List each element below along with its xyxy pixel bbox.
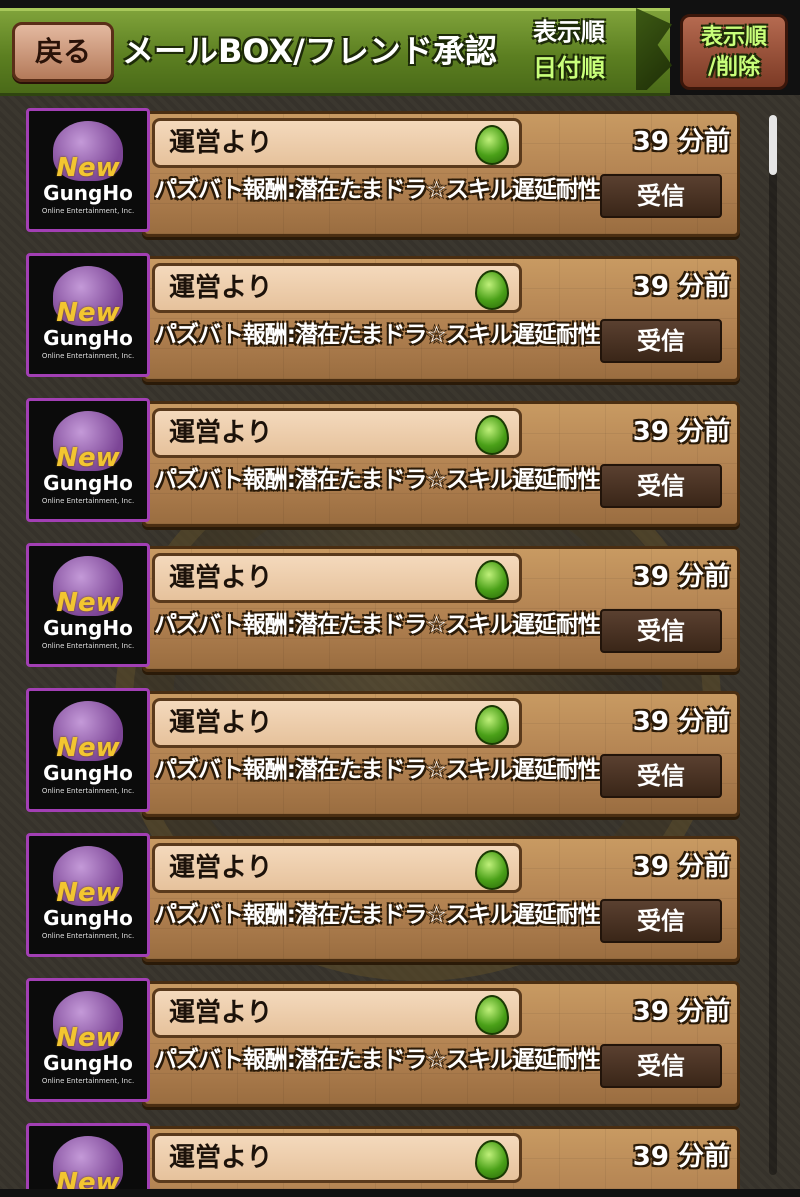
- sort-delete-line2: /削除: [707, 55, 761, 80]
- logo-new-text: New: [56, 298, 120, 328]
- receive-button[interactable]: 受信: [600, 609, 722, 653]
- egg-icon: [475, 850, 509, 890]
- sender-box: 運営より: [152, 263, 522, 313]
- sender-name: 運営より: [169, 1143, 273, 1173]
- logo-brand-text: GungHo: [43, 616, 133, 640]
- logo-brand-text: GungHo: [43, 181, 133, 205]
- sender-name: 運営より: [169, 273, 273, 303]
- mail-subject: パズバト報酬:潜在たまドラ☆スキル遅延耐性: [154, 757, 601, 783]
- received-time: 39 分前: [632, 707, 730, 737]
- logo-sub-text: Online Entertainment, Inc.: [41, 207, 135, 215]
- gungho-logo-icon: New GungHo Online Entertainment, Inc.: [26, 688, 150, 812]
- logo-new-text: New: [56, 588, 120, 618]
- mail-item[interactable]: New GungHo Online Entertainment, Inc. 運営…: [22, 253, 740, 382]
- receive-button[interactable]: 受信: [600, 319, 722, 363]
- sender-name: 運営より: [169, 998, 273, 1028]
- logo-brand-text: GungHo: [43, 761, 133, 785]
- mail-item[interactable]: New 運営より 39 分前: [22, 1123, 740, 1197]
- receive-button[interactable]: 受信: [600, 1044, 722, 1088]
- scroll-thumb[interactable]: [769, 115, 777, 175]
- logo-sub-text: Online Entertainment, Inc.: [41, 1077, 135, 1085]
- sort-delete-button[interactable]: 表示順 /削除: [680, 14, 788, 90]
- mail-subject: パズバト報酬:潜在たまドラ☆スキル遅延耐性: [154, 612, 601, 638]
- sender-box: 運営より: [152, 408, 522, 458]
- logo-new-text: New: [56, 878, 120, 908]
- egg-icon: [475, 995, 509, 1035]
- egg-icon: [475, 270, 509, 310]
- logo-new-text: New: [56, 153, 120, 183]
- header: 戻る メールBOX/フレンド承認 表示順 日付順 表示順 /削除: [0, 0, 800, 96]
- logo-sub-text: Online Entertainment, Inc.: [41, 787, 135, 795]
- page-title: メールBOX/フレンド承認: [122, 32, 497, 70]
- sort-order-label: 表示順: [533, 18, 605, 46]
- logo-new-text: New: [56, 1023, 120, 1053]
- received-time: 39 分前: [632, 417, 730, 447]
- logo-brand-text: GungHo: [43, 471, 133, 495]
- sort-delete-line1: 表示順: [700, 25, 767, 50]
- sender-box: 運営より: [152, 698, 522, 748]
- receive-button[interactable]: 受信: [600, 464, 722, 508]
- gungho-logo-icon: New GungHo Online Entertainment, Inc.: [26, 543, 150, 667]
- sender-box: 運営より: [152, 843, 522, 893]
- egg-icon: [475, 415, 509, 455]
- sender-box: 運営より: [152, 553, 522, 603]
- logo-brand-text: GungHo: [43, 326, 133, 350]
- gungho-logo-icon: New GungHo Online Entertainment, Inc.: [26, 253, 150, 377]
- mail-subject: パズバト報酬:潜在たまドラ☆スキル遅延耐性: [154, 467, 601, 493]
- logo-sub-text: Online Entertainment, Inc.: [41, 642, 135, 650]
- sort-order-value: 日付順: [533, 54, 605, 82]
- logo-sub-text: Online Entertainment, Inc.: [41, 352, 135, 360]
- back-button[interactable]: 戻る: [12, 22, 114, 82]
- mail-item[interactable]: New GungHo Online Entertainment, Inc. 運営…: [22, 688, 740, 817]
- sender-name: 運営より: [169, 708, 273, 738]
- sender-box: 運営より: [152, 118, 522, 168]
- mail-list[interactable]: New GungHo Online Entertainment, Inc. 運営…: [0, 95, 800, 1197]
- egg-icon: [475, 705, 509, 745]
- sender-box: 運営より: [152, 1133, 522, 1183]
- sender-name: 運営より: [169, 853, 273, 883]
- received-time: 39 分前: [632, 562, 730, 592]
- logo-new-text: New: [56, 443, 120, 473]
- receive-button[interactable]: 受信: [600, 754, 722, 798]
- egg-icon: [475, 560, 509, 600]
- mail-subject: パズバト報酬:潜在たまドラ☆スキル遅延耐性: [154, 322, 601, 348]
- gungho-logo-icon: New GungHo Online Entertainment, Inc.: [26, 398, 150, 522]
- receive-button[interactable]: 受信: [600, 174, 722, 218]
- mail-subject: パズバト報酬:潜在たまドラ☆スキル遅延耐性: [154, 1047, 601, 1073]
- receive-button[interactable]: 受信: [600, 899, 722, 943]
- sender-name: 運営より: [169, 128, 273, 158]
- received-time: 39 分前: [632, 272, 730, 302]
- gungho-logo-icon: New GungHo Online Entertainment, Inc.: [26, 978, 150, 1102]
- gungho-logo-icon: New: [26, 1123, 150, 1197]
- gungho-logo-icon: New GungHo Online Entertainment, Inc.: [26, 108, 150, 232]
- gungho-logo-icon: New GungHo Online Entertainment, Inc.: [26, 833, 150, 957]
- mail-subject: パズバト報酬:潜在たまドラ☆スキル遅延耐性: [154, 177, 601, 203]
- sender-box: 運営より: [152, 988, 522, 1038]
- sender-name: 運営より: [169, 418, 273, 448]
- mail-subject: パズバト報酬:潜在たまドラ☆スキル遅延耐性: [154, 902, 601, 928]
- logo-sub-text: Online Entertainment, Inc.: [41, 497, 135, 505]
- mail-item[interactable]: New GungHo Online Entertainment, Inc. 運営…: [22, 833, 740, 962]
- logo-brand-text: GungHo: [43, 1051, 133, 1075]
- mail-item[interactable]: New GungHo Online Entertainment, Inc. 運営…: [22, 978, 740, 1107]
- egg-icon: [475, 125, 509, 165]
- mail-item[interactable]: New GungHo Online Entertainment, Inc. 運営…: [22, 543, 740, 672]
- scrollbar[interactable]: [769, 115, 777, 1175]
- received-time: 39 分前: [632, 852, 730, 882]
- received-time: 39 分前: [632, 997, 730, 1027]
- mail-item[interactable]: New GungHo Online Entertainment, Inc. 運営…: [22, 108, 740, 237]
- egg-icon: [475, 1140, 509, 1180]
- sender-name: 運営より: [169, 563, 273, 593]
- logo-sub-text: Online Entertainment, Inc.: [41, 932, 135, 940]
- bottom-edge: [0, 1189, 800, 1197]
- logo-brand-text: GungHo: [43, 906, 133, 930]
- received-time: 39 分前: [632, 127, 730, 157]
- logo-new-text: New: [56, 733, 120, 763]
- mail-item[interactable]: New GungHo Online Entertainment, Inc. 運営…: [22, 398, 740, 527]
- received-time: 39 分前: [632, 1142, 730, 1172]
